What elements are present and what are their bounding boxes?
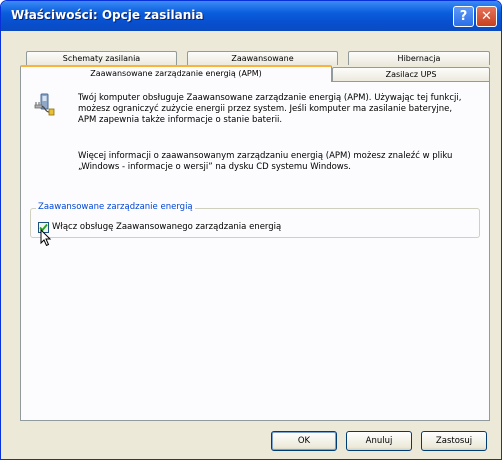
tab-zasilacz-ups[interactable]: Zasilacz UPS — [332, 67, 490, 81]
tab-zaawansowane[interactable]: Zaawansowane — [187, 51, 338, 65]
apm-description: Twój komputer obsługuje Zaawansowane zar… — [78, 93, 462, 125]
mouse-cursor-icon — [40, 229, 52, 247]
help-button[interactable]: ? — [453, 6, 474, 27]
dialog-window: Właściwości: Opcje zasilania ? ✕ Schemat… — [0, 0, 502, 460]
cancel-button[interactable]: Anuluj — [346, 431, 412, 451]
apm-group-title: Zaawansowane zarządzanie energią — [36, 202, 195, 212]
apm-enable-label[interactable]: Włącz obsługę Zaawansowanego zarządzania… — [52, 222, 281, 232]
tab-schematy-zasilania[interactable]: Schematy zasilania — [26, 51, 177, 65]
tab-apm[interactable]: Zaawansowane zarządzanie energią (APM) — [20, 65, 332, 82]
apm-groupbox: Zaawansowane zarządzanie energią Włącz o… — [30, 202, 480, 247]
window-title: Właściwości: Opcje zasilania — [11, 8, 204, 22]
power-management-icon — [34, 93, 55, 116]
apply-button[interactable]: Zastosuj — [421, 431, 487, 451]
apm-more-info: Więcej informacji o zaawansowanym zarząd… — [78, 151, 453, 172]
title-bar[interactable]: Właściwości: Opcje zasilania ? ✕ — [1, 1, 501, 31]
close-button[interactable]: ✕ — [476, 6, 497, 27]
tab-panel-apm: Twój komputer obsługuje Zaawansowane zar… — [20, 81, 490, 421]
ok-button[interactable]: OK — [271, 431, 337, 451]
tab-hibernacja[interactable]: Hibernacja — [348, 51, 490, 65]
